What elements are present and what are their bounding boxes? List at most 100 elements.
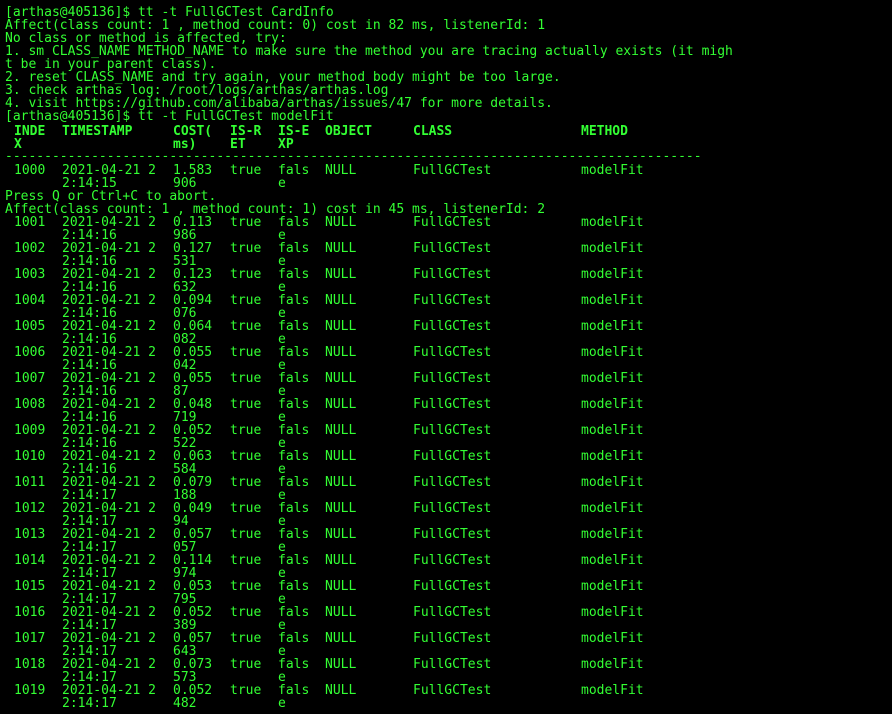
cell-method: modelFit (581, 241, 644, 256)
cell-method: modelFit (581, 683, 644, 698)
cell-object: NULL (325, 501, 357, 516)
terminal-window[interactable]: [arthas@405136]$ tt -t FullGCTest CardIn… (0, 0, 892, 714)
cell-method: modelFit (581, 553, 644, 568)
cell-class: FullGCTest (413, 475, 492, 490)
cell-class: FullGCTest (413, 267, 492, 282)
cell-index: 1005 (14, 319, 46, 334)
cell-is-ret: true (230, 371, 262, 386)
cell-is-ret: true (230, 267, 262, 282)
cell-is-ret: true (230, 319, 262, 334)
header-method: METHOD (581, 124, 628, 139)
cell-index: 1000 (14, 163, 46, 178)
cell-index: 1001 (14, 215, 46, 230)
cell-cost: 482 (173, 696, 197, 711)
cell-object: NULL (325, 345, 357, 360)
cell-object: NULL (325, 631, 357, 646)
cell-class: FullGCTest (413, 423, 492, 438)
cell-method: modelFit (581, 345, 644, 360)
table-row: 1002 2021-04-21 2 2:14:16 0.127 531 true fals e… (0, 242, 892, 268)
table-row: 1012 2021-04-21 2 2:14:17 0.049 94 true fals e N… (0, 502, 892, 528)
cell-is-ret: true (230, 501, 262, 516)
cell-object: NULL (325, 527, 357, 542)
cell-class: FullGCTest (413, 293, 492, 308)
table-row: 1003 2021-04-21 2 2:14:16 0.123 632 true fals e… (0, 268, 892, 294)
table-row: 1011 2021-04-21 2 2:14:17 0.079 188 true fals e… (0, 476, 892, 502)
cell-method: modelFit (581, 267, 644, 282)
cell-object: NULL (325, 657, 357, 672)
cell-index: 1002 (14, 241, 46, 256)
cell-class: FullGCTest (413, 397, 492, 412)
prompt-line: [arthas@405136]$ tt -t FullGCTest modelF… (5, 109, 334, 124)
cell-is-exp: e (278, 696, 286, 711)
cell-object: NULL (325, 215, 357, 230)
cell-class: FullGCTest (413, 501, 492, 516)
cell-is-ret: true (230, 527, 262, 542)
cell-method: modelFit (581, 293, 644, 308)
cell-method: modelFit (581, 423, 644, 438)
cell-method: modelFit (581, 163, 644, 178)
cell-class: FullGCTest (413, 683, 492, 698)
cell-is-ret: true (230, 423, 262, 438)
cell-method: modelFit (581, 579, 644, 594)
cell-index: 1012 (14, 501, 46, 516)
table-row: 1013 2021-04-21 2 2:14:17 0.057 057 true fals e… (0, 528, 892, 554)
cell-object: NULL (325, 397, 357, 412)
table-row: 1014 2021-04-21 2 2:14:17 0.114 974 true fals e… (0, 554, 892, 580)
cell-method: modelFit (581, 657, 644, 672)
cell-class: FullGCTest (413, 345, 492, 360)
table-row: 1008 2021-04-21 2 2:14:16 0.048 719 true fals e… (0, 398, 892, 424)
cell-class: FullGCTest (413, 215, 492, 230)
table-row: 1019 2021-04-21 2 2:14:17 0.052 482 true fals e… (0, 684, 892, 710)
cell-index: 1015 (14, 579, 46, 594)
cell-class: FullGCTest (413, 631, 492, 646)
cell-index: 1014 (14, 553, 46, 568)
cell-object: NULL (325, 579, 357, 594)
cell-method: modelFit (581, 397, 644, 412)
cell-method: modelFit (581, 319, 644, 334)
cell-class: FullGCTest (413, 657, 492, 672)
cell-is-ret: true (230, 397, 262, 412)
cell-is-ret: true (230, 345, 262, 360)
table-header: INDE X TIMESTAMP COST( ms) IS-R ET IS-E … (0, 125, 892, 151)
cell-is-ret: true (230, 241, 262, 256)
table-row: 1004 2021-04-21 2 2:14:16 0.094 076 true fals e… (0, 294, 892, 320)
cell-method: modelFit (581, 371, 644, 386)
cell-object: NULL (325, 241, 357, 256)
cell-object: NULL (325, 267, 357, 282)
cell-method: modelFit (581, 631, 644, 646)
cell-object: NULL (325, 423, 357, 438)
cell-index: 1007 (14, 371, 46, 386)
cell-object: NULL (325, 319, 357, 334)
cell-index: 1013 (14, 527, 46, 542)
cell-index: 1004 (14, 293, 46, 308)
cell-is-ret: true (230, 605, 262, 620)
cell-is-ret: true (230, 631, 262, 646)
cell-method: modelFit (581, 527, 644, 542)
header-class: CLASS (413, 124, 453, 139)
cell-method: modelFit (581, 475, 644, 490)
cell-is-ret: true (230, 449, 262, 464)
cell-object: NULL (325, 553, 357, 568)
cell-index: 1018 (14, 657, 46, 672)
cell-object: NULL (325, 449, 357, 464)
cell-class: FullGCTest (413, 319, 492, 334)
table-row: 1016 2021-04-21 2 2:14:17 0.052 389 true fals e… (0, 606, 892, 632)
cell-timestamp: 2:14:17 (62, 696, 117, 711)
cell-index: 1010 (14, 449, 46, 464)
cell-is-ret: true (230, 163, 262, 178)
cell-class: FullGCTest (413, 553, 492, 568)
cell-object: NULL (325, 683, 357, 698)
cell-index: 1011 (14, 475, 46, 490)
cell-object: NULL (325, 293, 357, 308)
cell-index: 1006 (14, 345, 46, 360)
cell-is-ret: true (230, 579, 262, 594)
cell-object: NULL (325, 371, 357, 386)
header-timestamp: TIMESTAMP (62, 124, 133, 139)
table-row: 1015 2021-04-21 2 2:14:17 0.053 795 true fals e… (0, 580, 892, 606)
table-row: 1005 2021-04-21 2 2:14:16 0.064 082 true fals e… (0, 320, 892, 346)
cell-class: FullGCTest (413, 605, 492, 620)
cell-method: modelFit (581, 501, 644, 516)
cell-is-exp: e (278, 176, 286, 191)
table-row: 1006 2021-04-21 2 2:14:16 0.055 042 true fals e… (0, 346, 892, 372)
cell-is-ret: true (230, 657, 262, 672)
